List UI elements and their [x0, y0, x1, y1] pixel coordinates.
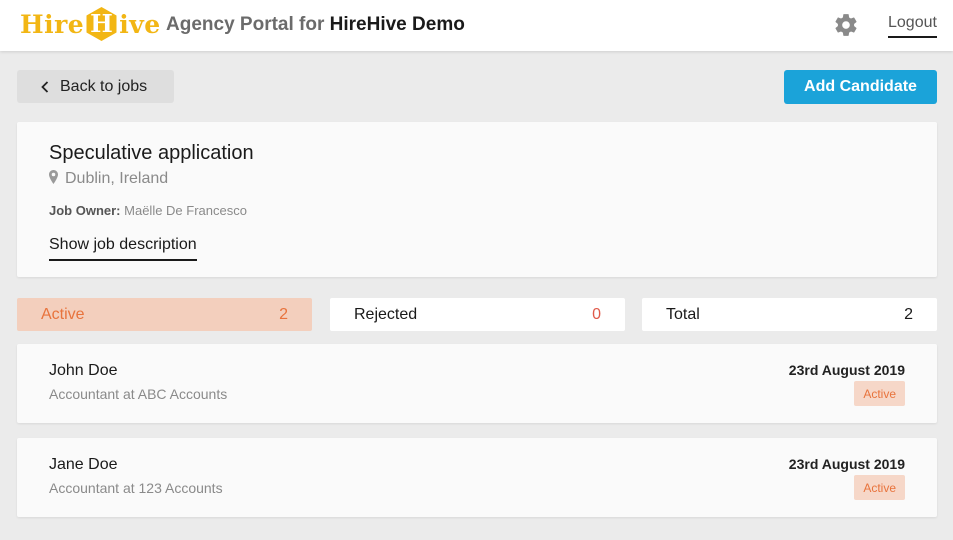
show-job-description-link[interactable]: Show job description [49, 236, 197, 261]
company-name: HireHive Demo [329, 14, 465, 35]
candidate-row[interactable]: John Doe Accountant at ABC Accounts 23rd… [17, 344, 937, 423]
tab-rejected[interactable]: Rejected 0 [330, 298, 625, 331]
job-owner: Job Owner: Maëlle De Francesco [49, 203, 247, 218]
candidate-date: 23rd August 2019 [788, 362, 905, 378]
add-candidate-button[interactable]: Add Candidate [784, 70, 937, 104]
job-location-text: Dublin, Ireland [65, 170, 169, 187]
logo-text-h: H [90, 9, 114, 38]
tab-total-label: Total [666, 305, 700, 323]
candidate-row[interactable]: Jane Doe Accountant at 123 Accounts 23rd… [17, 438, 937, 517]
tab-total-count: 2 [904, 305, 913, 323]
job-owner-label: Job Owner: [49, 203, 121, 218]
tab-active-count: 2 [279, 305, 288, 323]
candidate-name: John Doe [49, 362, 118, 379]
map-pin-icon [49, 170, 58, 184]
portal-title-prefix: Agency Portal for [166, 14, 325, 35]
back-to-jobs-button[interactable]: Back to jobs [17, 70, 174, 103]
top-bar: Hire H ive Agency Portal for HireHive De… [0, 0, 953, 51]
tab-rejected-count: 0 [592, 305, 601, 323]
logo-text-ive: ive [119, 9, 161, 39]
tab-total[interactable]: Total 2 [642, 298, 937, 331]
candidate-name: Jane Doe [49, 456, 118, 473]
tab-active-label: Active [41, 305, 85, 323]
candidate-role: Accountant at ABC Accounts [49, 386, 228, 402]
job-title: Speculative application [49, 142, 254, 164]
logo-hexagon: H [85, 6, 118, 42]
gear-icon[interactable] [833, 12, 859, 38]
tab-active[interactable]: Active 2 [17, 298, 312, 331]
status-badge: Active [854, 381, 905, 406]
hirehive-logo[interactable]: Hire H ive [20, 5, 161, 43]
portal-title: Agency Portal for HireHive Demo [166, 14, 465, 36]
tab-rejected-label: Rejected [354, 305, 418, 323]
logo-text-hire: Hire [20, 9, 85, 39]
job-owner-name: Maëlle De Francesco [124, 203, 247, 218]
logout-link[interactable]: Logout [888, 14, 937, 38]
back-to-jobs-label: Back to jobs [60, 77, 148, 95]
job-location: Dublin, Ireland [49, 170, 168, 188]
chevron-left-icon [41, 80, 49, 93]
candidate-date: 23rd August 2019 [788, 456, 905, 472]
job-details-card: Speculative application Dublin, Ireland … [17, 122, 937, 277]
status-badge: Active [854, 475, 905, 500]
candidate-role: Accountant at 123 Accounts [49, 480, 223, 496]
